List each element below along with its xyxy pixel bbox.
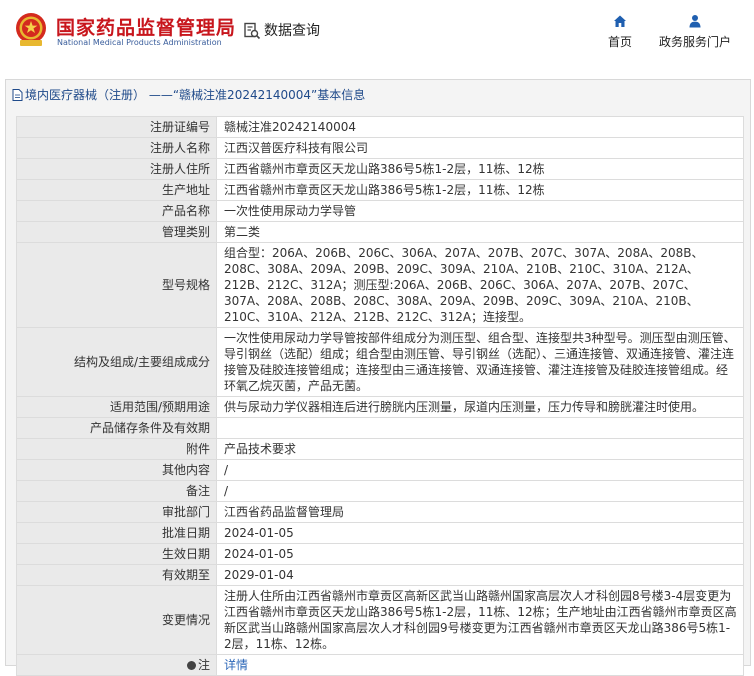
- field-label: 生效日期: [16, 543, 217, 565]
- table-row: 其他内容 /: [16, 459, 744, 481]
- document-icon: [12, 89, 23, 101]
- field-label: 生产地址: [16, 179, 217, 201]
- field-label: 注册人住所: [16, 158, 217, 180]
- table-row: 注册人住所 江西省赣州市章贡区天龙山路386号5栋1-2层，11栋、12栋: [16, 158, 744, 180]
- field-value: 2024-01-05: [216, 522, 744, 544]
- field-label: 产品名称: [16, 200, 217, 222]
- field-value: 赣械注准20242140004: [216, 116, 744, 138]
- field-value: 一次性使用尿动力学导管按部件组成分为测压型、组合型、连接型共3种型号。测压型由测…: [216, 327, 744, 397]
- field-label: 注册人名称: [16, 137, 217, 159]
- breadcrumb-category-link[interactable]: 境内医疗器械（注册）: [25, 88, 145, 102]
- table-row: 生产地址 江西省赣州市章贡区天龙山路386号5栋1-2层，11栋、12栋: [16, 179, 744, 201]
- field-label: 型号规格: [16, 242, 217, 328]
- field-label: 注: [16, 654, 217, 676]
- field-value: 供与尿动力学仪器相连后进行膀胱内压测量，尿道内压测量，压力传导和膀胱灌注时使用。: [216, 396, 744, 418]
- field-label: 注册证编号: [16, 116, 217, 138]
- table-row: 变更情况 注册人住所由江西省赣州市章贡区高新区武当山路赣州国家高层次人才科创园8号…: [16, 585, 744, 655]
- home-icon: [614, 15, 626, 27]
- table-row: 审批部门 江西省药品监督管理局: [16, 501, 744, 523]
- table-row: 产品名称 一次性使用尿动力学导管: [16, 200, 744, 222]
- breadcrumb: 境内医疗器械（注册） ——“赣械注准20242140004”基本信息: [12, 86, 365, 103]
- field-label: 管理类别: [16, 221, 217, 243]
- field-label: 变更情况: [16, 585, 217, 655]
- table-row: 生效日期 2024-01-05: [16, 543, 744, 565]
- field-value: /: [216, 480, 744, 502]
- table-row: 管理类别 第二类: [16, 221, 744, 243]
- user-icon: [689, 15, 701, 28]
- table-row: 型号规格 组合型：206A、206B、206C、306A、207A、207B、20…: [16, 242, 744, 328]
- field-label: 有效期至: [16, 564, 217, 586]
- site-header: 国家药品监督管理局 National Medical Products Admi…: [0, 0, 754, 70]
- field-label: 结构及组成/主要组成成分: [16, 327, 217, 397]
- note-label: 注: [197, 658, 210, 672]
- field-label: 其他内容: [16, 459, 217, 481]
- field-value: /: [216, 459, 744, 481]
- field-value: 江西汉普医疗科技有限公司: [216, 137, 744, 159]
- table-row: 产品储存条件及有效期: [16, 417, 744, 439]
- field-value: 2024-01-05: [216, 543, 744, 565]
- detail-link[interactable]: 详情: [224, 658, 248, 672]
- table-row: 备注 /: [16, 480, 744, 502]
- nav-home-label: 首页: [607, 35, 632, 49]
- table-row: 结构及组成/主要组成成分 一次性使用尿动力学导管按部件组成分为测压型、组合型、连接…: [16, 327, 744, 397]
- nav-home[interactable]: 首页: [604, 14, 636, 50]
- field-label: 附件: [16, 438, 217, 460]
- nav-service-portal[interactable]: 政务服务门户: [657, 14, 733, 50]
- field-label: 适用范围/预期用途: [16, 396, 217, 418]
- table-row: 附件 产品技术要求: [16, 438, 744, 460]
- field-label: 备注: [16, 480, 217, 502]
- detail-panel: 境内医疗器械（注册） ——“赣械注准20242140004”基本信息 注册证编号…: [5, 79, 751, 676]
- breadcrumb-separator: ——: [148, 88, 173, 102]
- table-row: 注册证编号 赣械注准20242140004: [16, 116, 744, 138]
- field-label: 产品储存条件及有效期: [16, 417, 217, 439]
- table-row: 批准日期 2024-01-05: [16, 522, 744, 544]
- field-value: 2029-01-04: [216, 564, 744, 586]
- search-document-icon: [244, 22, 261, 40]
- registration-info-table: 注册证编号 赣械注准20242140004 注册人名称 江西汉普医疗科技有限公司 注…: [16, 116, 744, 676]
- table-row: 适用范围/预期用途 供与尿动力学仪器相连后进行膀胱内压测量，尿道内压测量，压力传导…: [16, 396, 744, 418]
- table-row: 有效期至 2029-01-04: [16, 564, 744, 586]
- field-value: 产品技术要求: [216, 438, 744, 460]
- field-value: [216, 417, 744, 439]
- table-row-note: 注 详情: [16, 654, 744, 676]
- data-query-label: 数据查询: [264, 23, 320, 39]
- nav-portal-label: 政务服务门户: [658, 35, 731, 49]
- breadcrumb-title: “赣械注准20242140004”基本信息: [172, 88, 366, 102]
- brand-title: 国家药品监督管理局: [56, 17, 237, 39]
- field-label: 审批部门: [16, 501, 217, 523]
- data-query-link[interactable]: 数据查询: [243, 20, 320, 40]
- national-emblem-logo: [16, 13, 46, 46]
- field-value: 详情: [216, 654, 744, 676]
- field-value: 注册人住所由江西省赣州市章贡区高新区武当山路赣州国家高层次人才科创园8号楼3-4…: [216, 585, 744, 655]
- brand-subtitle: National Medical Products Administration: [57, 38, 222, 47]
- table-row: 注册人名称 江西汉普医疗科技有限公司: [16, 137, 744, 159]
- field-value: 江西省赣州市章贡区天龙山路386号5栋1-2层，11栋、12栋: [216, 158, 744, 180]
- field-value: 一次性使用尿动力学导管: [216, 200, 744, 222]
- field-label: 批准日期: [16, 522, 217, 544]
- field-value: 第二类: [216, 221, 744, 243]
- field-value: 江西省药品监督管理局: [216, 501, 744, 523]
- field-value: 江西省赣州市章贡区天龙山路386号5栋1-2层，11栋、12栋: [216, 179, 744, 201]
- field-value: 组合型：206A、206B、206C、306A、207A、207B、207C、3…: [216, 242, 744, 328]
